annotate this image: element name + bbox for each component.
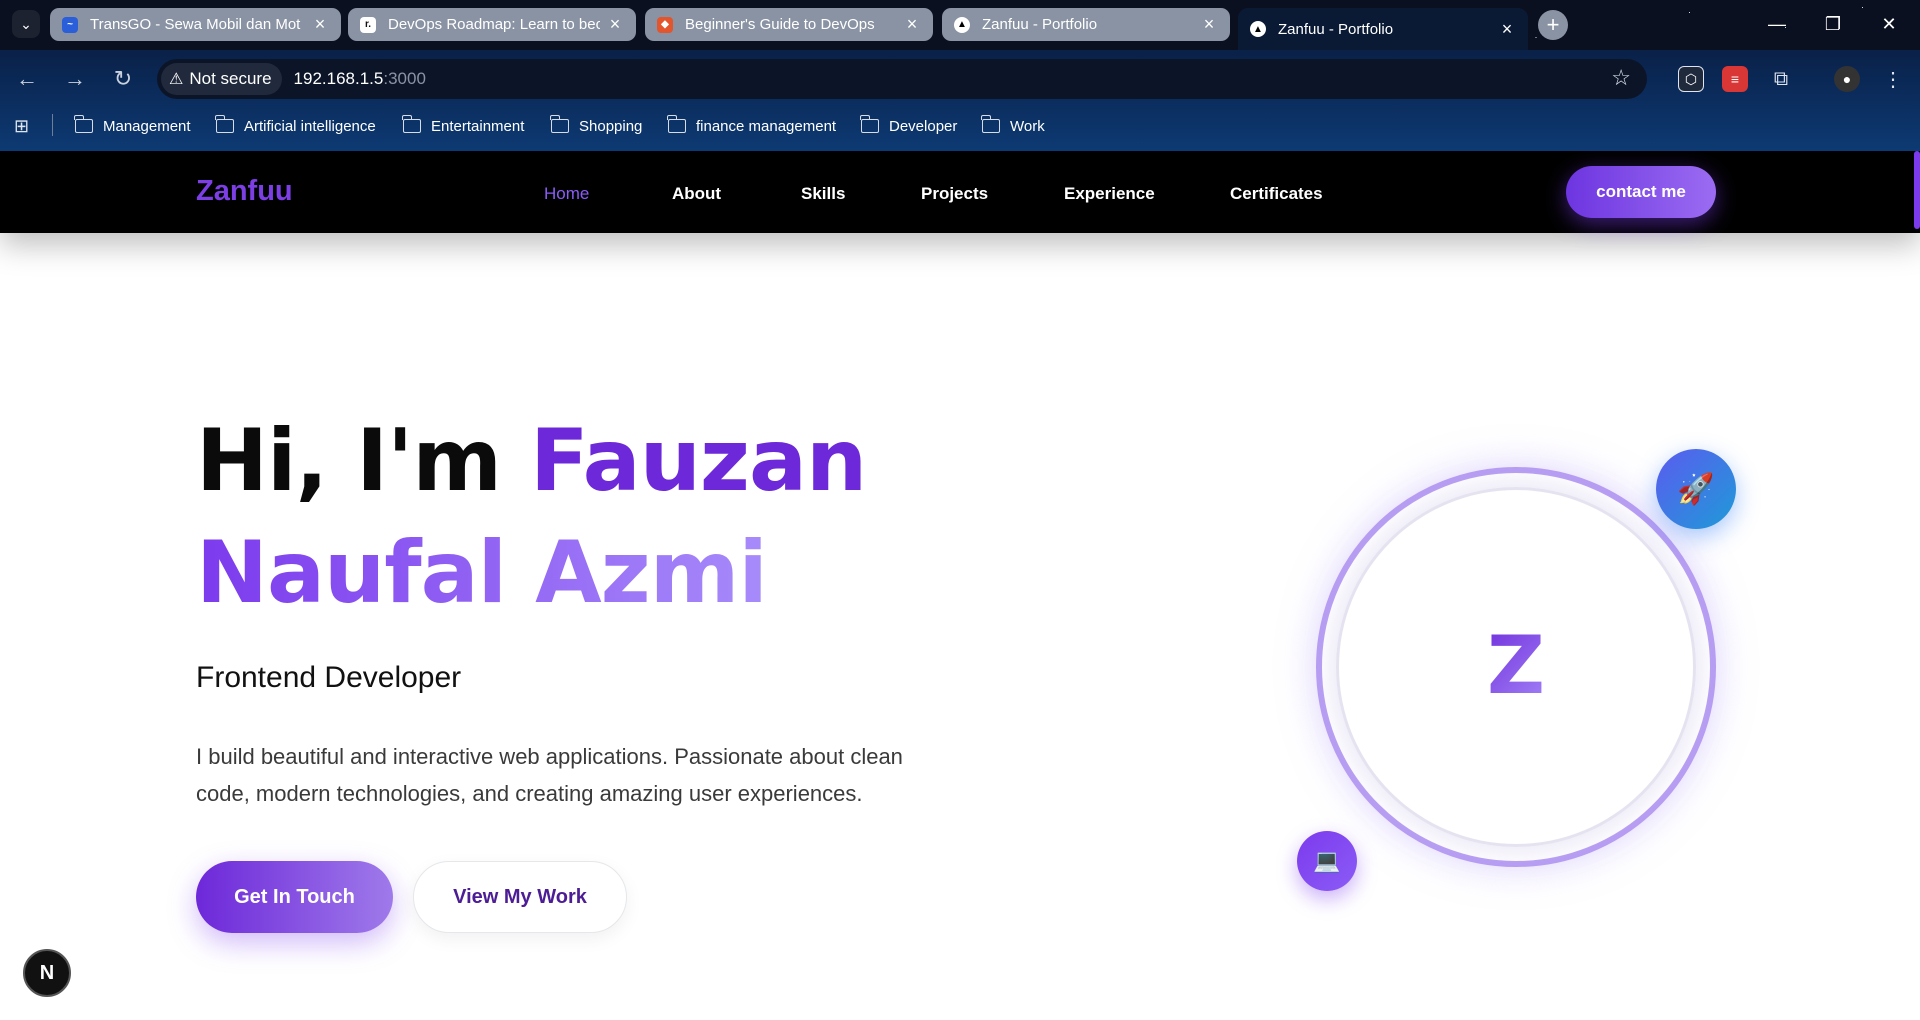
tab-devops-guide[interactable]: ◆ Beginner's Guide to DevOps × — [645, 8, 933, 41]
bookmark-shopping[interactable]: Shopping — [550, 114, 643, 138]
reload-icon: ↻ — [113, 66, 133, 91]
close-icon[interactable]: × — [606, 14, 624, 35]
hero-role: Frontend Developer — [196, 661, 462, 694]
close-icon[interactable]: × — [903, 14, 921, 35]
arrow-right-icon: → — [64, 66, 86, 91]
plus-icon: + — [1546, 12, 1560, 37]
security-label: Not secure — [189, 69, 272, 88]
tab-devops-roadmap[interactable]: r. DevOps Roadmap: Learn to bec × — [348, 8, 636, 41]
nav-experience[interactable]: Experience — [1064, 184, 1155, 204]
hero-heading-line2: Naufal Azmi — [196, 523, 768, 623]
bookmark-separator — [52, 114, 53, 136]
new-tab-button[interactable]: + — [1538, 10, 1568, 40]
get-in-touch-button[interactable]: Get In Touch — [196, 861, 393, 933]
nav-certificates[interactable]: Certificates — [1230, 184, 1323, 204]
bookmark-label: Artificial intelligence — [244, 117, 376, 135]
tab-transgo[interactable]: ~ TransGO - Sewa Mobil dan Mot × — [50, 8, 341, 41]
vercel-icon: ▲ — [954, 16, 970, 33]
vercel-icon: ▲ — [1250, 21, 1266, 37]
laptop-icon: 💻 — [1297, 831, 1357, 891]
bookmark-label: finance management — [696, 117, 837, 135]
tab-zanfuu-1[interactable]: ▲ Zanfuu - Portfolio × — [942, 8, 1230, 41]
restore-icon: ❐ — [1824, 13, 1842, 34]
folder-icon — [74, 115, 93, 133]
chevron-down-icon: ⌄ — [20, 15, 32, 32]
browser-chrome: ⌄ ~ TransGO - Sewa Mobil dan Mot × r. De… — [0, 0, 1920, 151]
close-icon: ✕ — [1881, 13, 1897, 34]
hero-greeting: Hi, I'm — [196, 411, 502, 511]
bookmark-label: Entertainment — [431, 117, 525, 135]
nav-home[interactable]: Home — [544, 184, 589, 204]
url-text[interactable]: 192.168.1.5:3000 — [294, 69, 426, 89]
bookmark-label: Work — [1010, 117, 1045, 135]
todoist-icon[interactable]: ≡ — [1722, 66, 1748, 92]
bookmark-finance[interactable]: finance management — [667, 114, 837, 138]
hero-first-name: Fauzan — [529, 411, 867, 511]
nav-projects[interactable]: Projects — [921, 184, 988, 204]
view-my-work-button[interactable]: View My Work — [413, 861, 627, 933]
bookmark-label: Developer — [889, 117, 958, 135]
nextjs-dev-indicator[interactable]: N — [23, 949, 71, 997]
folder-icon — [550, 115, 569, 133]
hero-heading-line1: Hi, I'm Fauzan — [196, 411, 867, 511]
restore-button[interactable]: ❐ — [1810, 10, 1856, 38]
nav-about[interactable]: About — [672, 184, 721, 204]
roadmap-icon: r. — [360, 16, 376, 33]
tab-label: Zanfuu - Portfolio — [982, 16, 1098, 33]
minimize-icon: — — [1768, 13, 1786, 34]
tab-search-button[interactable]: ⌄ — [12, 10, 40, 38]
avatar[interactable]: ● — [1834, 66, 1860, 92]
folder-icon — [402, 115, 421, 133]
more-menu-icon[interactable]: ⋮ — [1880, 66, 1906, 92]
url-port: :3000 — [383, 69, 426, 88]
bookmark-label: Management — [103, 117, 191, 135]
page-viewport: Zanfuu Home About Skills Projects Experi… — [0, 151, 1920, 1020]
url-host: 192.168.1.5 — [293, 69, 384, 88]
close-icon[interactable]: × — [311, 14, 329, 35]
tab-zanfuu-active[interactable]: ▲ Zanfuu - Portfolio × — [1238, 8, 1528, 50]
star-icon[interactable]: ☆ — [1611, 65, 1631, 91]
address-bar[interactable]: ⚠ Not secure 192.168.1.5:3000 ☆ — [157, 59, 1647, 99]
bookmark-entertainment[interactable]: Entertainment — [402, 114, 525, 138]
folder-icon — [860, 115, 879, 133]
close-window-button[interactable]: ✕ — [1866, 10, 1912, 38]
gitlab-icon: ◆ — [657, 16, 673, 33]
puzzle-icon[interactable]: ⧉ — [1768, 66, 1794, 92]
security-chip[interactable]: ⚠ Not secure — [161, 63, 282, 95]
close-icon[interactable]: × — [1498, 19, 1516, 40]
page-scrollbar[interactable] — [1914, 151, 1920, 229]
back-button[interactable]: ← — [12, 64, 42, 94]
folder-icon — [981, 115, 1000, 133]
avatar-letter: Z — [1476, 621, 1556, 711]
extension-icon[interactable]: ⬡ — [1678, 66, 1704, 92]
tab-label: DevOps Roadmap: Learn to bec — [388, 16, 600, 33]
bookmark-management[interactable]: Management — [74, 114, 191, 138]
warning-icon: ⚠ — [169, 71, 184, 88]
hero-description: I build beautiful and interactive web ap… — [196, 744, 903, 806]
arrow-left-icon: ← — [16, 66, 38, 91]
contact-me-button[interactable]: contact me — [1566, 166, 1716, 218]
bookmark-ai[interactable]: Artificial intelligence — [215, 114, 376, 138]
site-navbar: Zanfuu Home About Skills Projects Experi… — [0, 151, 1920, 233]
transgo-icon: ~ — [62, 16, 78, 33]
browser-toolbar: ← → ↻ ⚠ Not secure 192.168.1.5:3000 ☆ ⬡ … — [0, 50, 1920, 108]
tab-label: TransGO - Sewa Mobil dan Mot — [90, 16, 301, 33]
bookmark-label: Shopping — [579, 117, 643, 135]
rocket-icon: 🚀 — [1656, 449, 1736, 529]
bookmark-work[interactable]: Work — [981, 114, 1045, 138]
close-icon[interactable]: × — [1200, 14, 1218, 35]
bookmark-developer[interactable]: Developer — [860, 114, 958, 138]
site-logo[interactable]: Zanfuu — [196, 175, 293, 208]
reload-button[interactable]: ↻ — [108, 64, 138, 94]
tab-label: Beginner's Guide to DevOps — [685, 16, 875, 33]
folder-icon — [667, 115, 686, 133]
tab-label: Zanfuu - Portfolio — [1278, 20, 1394, 38]
minimize-button[interactable]: — — [1754, 10, 1800, 38]
nav-skills[interactable]: Skills — [801, 184, 845, 204]
forward-button[interactable]: → — [60, 64, 90, 94]
folder-icon — [215, 115, 234, 133]
apps-grid-icon[interactable]: ⊞ — [14, 116, 34, 136]
